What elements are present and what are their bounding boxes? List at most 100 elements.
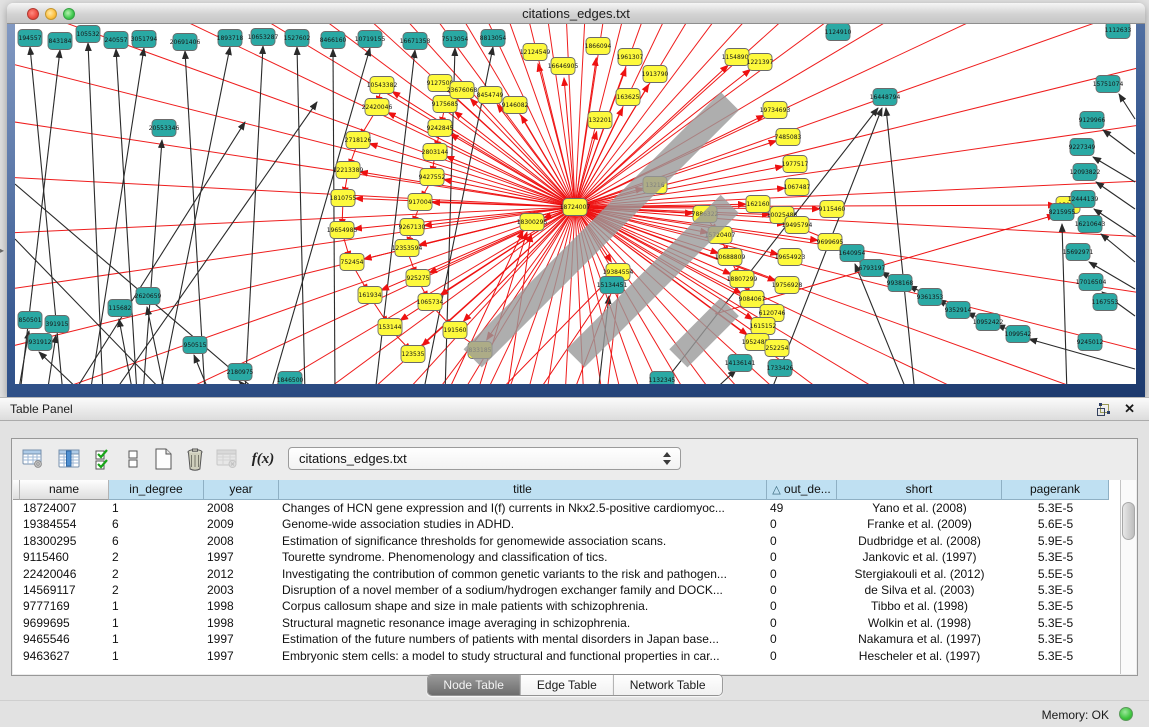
table-row[interactable]: 2242004622012Investigating the contribut… <box>13 566 1136 582</box>
cell-in_degree[interactable]: 2 <box>109 549 204 565</box>
cell-in_degree[interactable]: 1 <box>109 598 204 614</box>
cell-year[interactable]: 2009 <box>204 516 279 532</box>
cell-title[interactable]: Disruption of a novel member of a sodium… <box>279 582 767 598</box>
table-row[interactable]: 946362711997Embryonic stem cells: a mode… <box>13 648 1136 664</box>
cell-year[interactable]: 2003 <box>204 582 279 598</box>
cell-name[interactable]: 19384554 <box>20 516 109 532</box>
cell-short[interactable]: Stergiakouli et al. (2012) <box>837 566 1002 582</box>
cell-short[interactable]: Tibbo et al. (1998) <box>837 598 1002 614</box>
cell-pagerank[interactable]: 5.5E-5 <box>1002 566 1109 582</box>
float-panel-icon[interactable] <box>1096 403 1111 417</box>
table-select-dropdown[interactable]: citations_edges.txt <box>288 447 681 470</box>
cell-title[interactable]: Tourette syndrome. Phenomenology and cla… <box>279 549 767 565</box>
cell-name[interactable]: 9465546 <box>20 631 109 647</box>
column-header-pagerank[interactable]: pagerank <box>1002 480 1109 500</box>
cell-pagerank[interactable]: 5.3E-5 <box>1002 500 1109 516</box>
network-canvas[interactable]: 1872400718300295193845541054338222420046… <box>15 24 1136 384</box>
tab-network-table[interactable]: Network Table <box>614 675 722 695</box>
resize-grip-icon[interactable] <box>15 24 1136 384</box>
cell-in_degree[interactable]: 2 <box>109 566 204 582</box>
cell-title[interactable]: Genome-wide association studies in ADHD. <box>279 516 767 532</box>
cell-out_degree[interactable]: 0 <box>767 615 837 631</box>
cell-pagerank[interactable]: 5.3E-5 <box>1002 582 1109 598</box>
cell-year[interactable]: 2008 <box>204 500 279 516</box>
table-settings-icon[interactable] <box>20 446 46 472</box>
column-header-year[interactable]: year <box>204 480 279 500</box>
cell-short[interactable]: Dudbridge et al. (2008) <box>837 533 1002 549</box>
cell-name[interactable]: 9699695 <box>20 615 109 631</box>
cell-year[interactable]: 1997 <box>204 549 279 565</box>
table-row[interactable]: 969969511998Structural magnetic resonanc… <box>13 615 1136 631</box>
vertical-scrollbar[interactable] <box>1120 480 1136 674</box>
cell-out_degree[interactable]: 0 <box>767 549 837 565</box>
cell-name[interactable]: 22420046 <box>20 566 109 582</box>
cell-title[interactable]: Embryonic stem cells: a model to study s… <box>279 648 767 664</box>
cell-name[interactable]: 18300295 <box>20 533 109 549</box>
panel-collapse-arrow-icon[interactable]: ▸ <box>0 246 4 255</box>
cell-name[interactable]: 14569117 <box>20 582 109 598</box>
cell-out_degree[interactable]: 0 <box>767 598 837 614</box>
function-builder-icon[interactable]: f(x) <box>250 446 276 472</box>
cell-short[interactable]: Yano et al. (2008) <box>837 500 1002 516</box>
delete-table-icon[interactable] <box>214 446 240 472</box>
column-chooser-icon[interactable] <box>56 446 82 472</box>
memory-status-indicator[interactable] <box>1119 707 1133 721</box>
table-row[interactable]: 1938455462009Genome-wide association stu… <box>13 516 1136 532</box>
cell-year[interactable]: 1998 <box>204 615 279 631</box>
cell-pagerank[interactable]: 5.3E-5 <box>1002 648 1109 664</box>
tab-node-table[interactable]: Node Table <box>427 675 521 695</box>
cell-pagerank[interactable]: 5.6E-5 <box>1002 516 1109 532</box>
cell-name[interactable]: 18724007 <box>20 500 109 516</box>
table-row[interactable]: 977716911998Corpus callosum shape and si… <box>13 598 1136 614</box>
cell-in_degree[interactable]: 6 <box>109 533 204 549</box>
select-all-checks-icon[interactable] <box>90 446 116 472</box>
cell-name[interactable]: 9115460 <box>20 549 109 565</box>
column-header-in_degree[interactable]: in_degree <box>109 480 204 500</box>
cell-out_degree[interactable]: 0 <box>767 533 837 549</box>
cell-year[interactable]: 1997 <box>204 648 279 664</box>
network-window-titlebar[interactable]: citations_edges.txt <box>7 3 1145 24</box>
new-table-icon[interactable] <box>150 446 176 472</box>
column-header-name[interactable]: name <box>20 480 109 500</box>
column-header-title[interactable]: title <box>279 480 767 500</box>
column-header-short[interactable]: short <box>837 480 1002 500</box>
cell-in_degree[interactable]: 2 <box>109 582 204 598</box>
cell-short[interactable]: Jankovic et al. (1997) <box>837 549 1002 565</box>
cell-title[interactable]: Estimation of the future numbers of pati… <box>279 631 767 647</box>
table-row[interactable]: 1872400712008Changes of HCN gene express… <box>13 500 1136 516</box>
cell-out_degree[interactable]: 0 <box>767 582 837 598</box>
cell-pagerank[interactable]: 5.3E-5 <box>1002 615 1109 631</box>
cell-pagerank[interactable]: 5.3E-5 <box>1002 631 1109 647</box>
cell-year[interactable]: 1998 <box>204 598 279 614</box>
cell-in_degree[interactable]: 1 <box>109 648 204 664</box>
cell-short[interactable]: Hescheler et al. (1997) <box>837 648 1002 664</box>
cell-title[interactable]: Corpus callosum shape and size in male p… <box>279 598 767 614</box>
cell-in_degree[interactable]: 1 <box>109 631 204 647</box>
cell-short[interactable]: de Silva et al. (2003) <box>837 582 1002 598</box>
clear-checks-icon[interactable] <box>120 446 146 472</box>
cell-in_degree[interactable]: 1 <box>109 615 204 631</box>
cell-out_degree[interactable]: 0 <box>767 648 837 664</box>
cell-pagerank[interactable]: 5.3E-5 <box>1002 549 1109 565</box>
cell-out_degree[interactable]: 49 <box>767 500 837 516</box>
cell-name[interactable]: 9777169 <box>20 598 109 614</box>
table-row[interactable]: 1830029562008Estimation of significance … <box>13 533 1136 549</box>
cell-short[interactable]: Franke et al. (2009) <box>837 516 1002 532</box>
tab-edge-table[interactable]: Edge Table <box>521 675 614 695</box>
cell-in_degree[interactable]: 6 <box>109 516 204 532</box>
cell-short[interactable]: Nakamura et al. (1997) <box>837 631 1002 647</box>
cell-in_degree[interactable]: 1 <box>109 500 204 516</box>
delete-column-icon[interactable] <box>182 446 208 472</box>
cell-title[interactable]: Structural magnetic resonance image aver… <box>279 615 767 631</box>
table-row[interactable]: 911546021997Tourette syndrome. Phenomeno… <box>13 549 1136 565</box>
cell-pagerank[interactable]: 5.3E-5 <box>1002 598 1109 614</box>
table-row[interactable]: 946554611997Estimation of the future num… <box>13 631 1136 647</box>
cell-out_degree[interactable]: 0 <box>767 516 837 532</box>
column-header-out_degree[interactable]: △ out_de... <box>767 480 837 500</box>
cell-year[interactable]: 1997 <box>204 631 279 647</box>
cell-out_degree[interactable]: 0 <box>767 631 837 647</box>
cell-pagerank[interactable]: 5.9E-5 <box>1002 533 1109 549</box>
close-panel-icon[interactable]: ✕ <box>1124 401 1135 417</box>
cell-year[interactable]: 2008 <box>204 533 279 549</box>
cell-title[interactable]: Investigating the contribution of common… <box>279 566 767 582</box>
